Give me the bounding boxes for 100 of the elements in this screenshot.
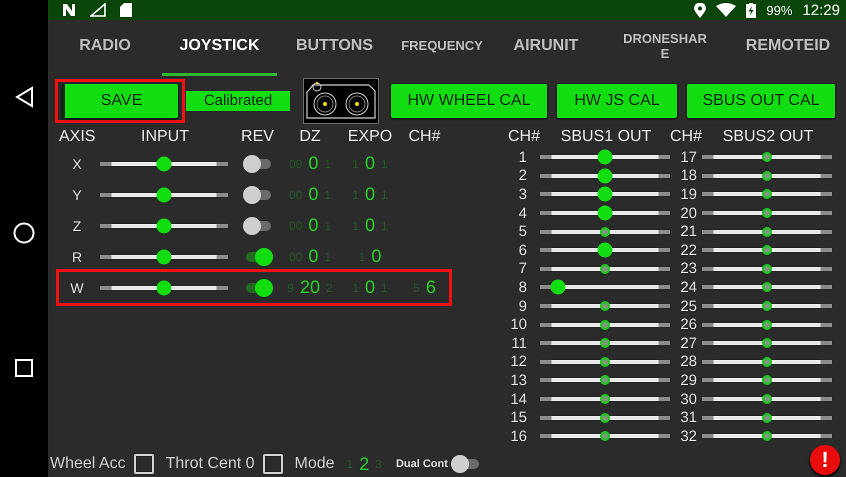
slider-thumb[interactable] <box>156 249 172 264</box>
slider-thumb[interactable] <box>600 301 610 312</box>
picker-value[interactable]: 0 <box>308 215 318 236</box>
channel-number: 27 <box>679 334 697 352</box>
slider-thumb[interactable] <box>762 301 772 312</box>
calibration-button[interactable]: HW WHEEL CAL <box>391 84 547 118</box>
channel-number: 14 <box>509 390 527 408</box>
checkbox[interactable] <box>262 454 283 474</box>
tab[interactable]: DRONESHARE <box>600 20 730 76</box>
location-icon <box>694 2 706 18</box>
save-button[interactable]: SAVE <box>62 84 178 118</box>
slider-thumb[interactable] <box>598 206 612 221</box>
picker-value[interactable]: 0 <box>371 246 382 267</box>
column-header: CH# <box>668 128 703 146</box>
battery-charging-icon <box>746 2 756 18</box>
slider-thumb[interactable] <box>762 245 772 256</box>
home-icon[interactable] <box>13 222 35 244</box>
tab[interactable]: RADIO <box>48 20 162 76</box>
slider-thumb[interactable] <box>762 170 772 181</box>
toggle-switch[interactable] <box>242 186 272 204</box>
slider-thumb[interactable] <box>156 280 172 295</box>
slider-thumb[interactable] <box>598 168 612 184</box>
slider-thumb[interactable] <box>762 282 772 292</box>
slider-thumb[interactable] <box>762 375 772 386</box>
slider-thumb[interactable] <box>762 226 772 237</box>
channel-number: 24 <box>679 278 697 296</box>
slider-thumb[interactable] <box>762 356 772 367</box>
picker-value[interactable]: 0 <box>364 184 375 205</box>
wifi-icon <box>716 3 736 17</box>
axis-label: X <box>71 156 83 172</box>
channel-number: 21 <box>679 223 697 240</box>
picker-value[interactable]: 2 <box>359 454 370 474</box>
picker-value[interactable]: 20 <box>300 277 320 298</box>
picker-value[interactable]: 0 <box>364 153 375 174</box>
slider-thumb[interactable] <box>762 394 772 404</box>
slider-thumb[interactable] <box>600 320 610 330</box>
channel-number: 11 <box>510 334 527 352</box>
picker-value[interactable]: 0 <box>364 215 375 236</box>
channel-number: 17 <box>679 148 697 166</box>
alert-button[interactable]: ! <box>810 445 840 475</box>
column-header: INPUT <box>140 128 190 146</box>
slider-thumb[interactable] <box>550 280 566 295</box>
picker-value[interactable]: 0 <box>308 246 318 267</box>
slider-thumb[interactable] <box>600 226 610 237</box>
slider-thumb[interactable] <box>762 431 772 442</box>
tab[interactable]: FREQUENCY <box>392 20 492 76</box>
toggle-switch[interactable] <box>242 154 272 172</box>
picker-value[interactable]: 6 <box>426 277 436 298</box>
checkbox[interactable] <box>134 454 154 474</box>
slider-thumb[interactable] <box>762 338 772 348</box>
slider-thumb[interactable] <box>600 338 610 348</box>
recent-apps-icon[interactable] <box>14 358 34 378</box>
channel-number: 26 <box>679 316 697 334</box>
toggle-switch[interactable] <box>450 455 481 473</box>
column-header: EXPO <box>346 128 394 146</box>
column-header: DZ <box>298 128 322 146</box>
toggle-switch[interactable] <box>242 216 272 234</box>
channel-number: 5 <box>518 223 527 240</box>
slider-thumb[interactable] <box>600 412 610 423</box>
channel-number: 31 <box>679 409 697 426</box>
slider-thumb[interactable] <box>598 242 612 258</box>
channel-number: 15 <box>509 409 527 426</box>
tab[interactable]: REMOTEID <box>730 20 846 76</box>
slider-thumb[interactable] <box>598 186 612 202</box>
column-header: SBUS1 OUT <box>560 128 652 146</box>
channel-number: 22 <box>679 242 697 259</box>
axis-label: W <box>69 280 85 296</box>
back-icon[interactable] <box>14 86 34 108</box>
picker-value[interactable]: 0 <box>364 277 375 298</box>
control-label: Dual Cont <box>396 458 448 470</box>
calibration-status: Calibrated <box>186 91 290 111</box>
channel-number: 32 <box>679 428 697 445</box>
slider-thumb[interactable] <box>762 208 772 218</box>
tab[interactable]: JOYSTICK <box>162 20 277 76</box>
slider-thumb[interactable] <box>156 218 172 233</box>
slider-thumb[interactable] <box>600 394 610 404</box>
channel-number: 16 <box>509 428 527 445</box>
slider-thumb[interactable] <box>600 264 610 274</box>
tab[interactable]: BUTTONS <box>277 20 392 76</box>
calibration-button[interactable]: SBUS OUT CAL <box>687 84 835 118</box>
tab[interactable]: AIRUNIT <box>492 20 600 76</box>
calibration-button[interactable]: HW JS CAL <box>557 84 677 118</box>
slider-thumb[interactable] <box>762 189 772 200</box>
battery-percentage: 99% <box>766 2 792 18</box>
slider-thumb[interactable] <box>600 356 610 367</box>
channel-number: 13 <box>509 372 527 389</box>
slider-thumb[interactable] <box>156 156 172 171</box>
slider-thumb[interactable] <box>600 431 610 442</box>
slider-thumb[interactable] <box>762 264 772 274</box>
slider-thumb[interactable] <box>762 412 772 423</box>
channel-number: 12 <box>509 353 527 370</box>
picker-value[interactable]: 0 <box>308 153 318 174</box>
slider-thumb[interactable] <box>598 150 612 165</box>
slider-thumb[interactable] <box>762 320 772 330</box>
sd-card-icon <box>120 3 132 17</box>
axis-label: Z <box>72 218 82 234</box>
slider-thumb[interactable] <box>600 375 610 386</box>
picker-value[interactable]: 0 <box>308 184 318 205</box>
slider-thumb[interactable] <box>762 152 772 162</box>
slider-thumb[interactable] <box>156 187 172 202</box>
